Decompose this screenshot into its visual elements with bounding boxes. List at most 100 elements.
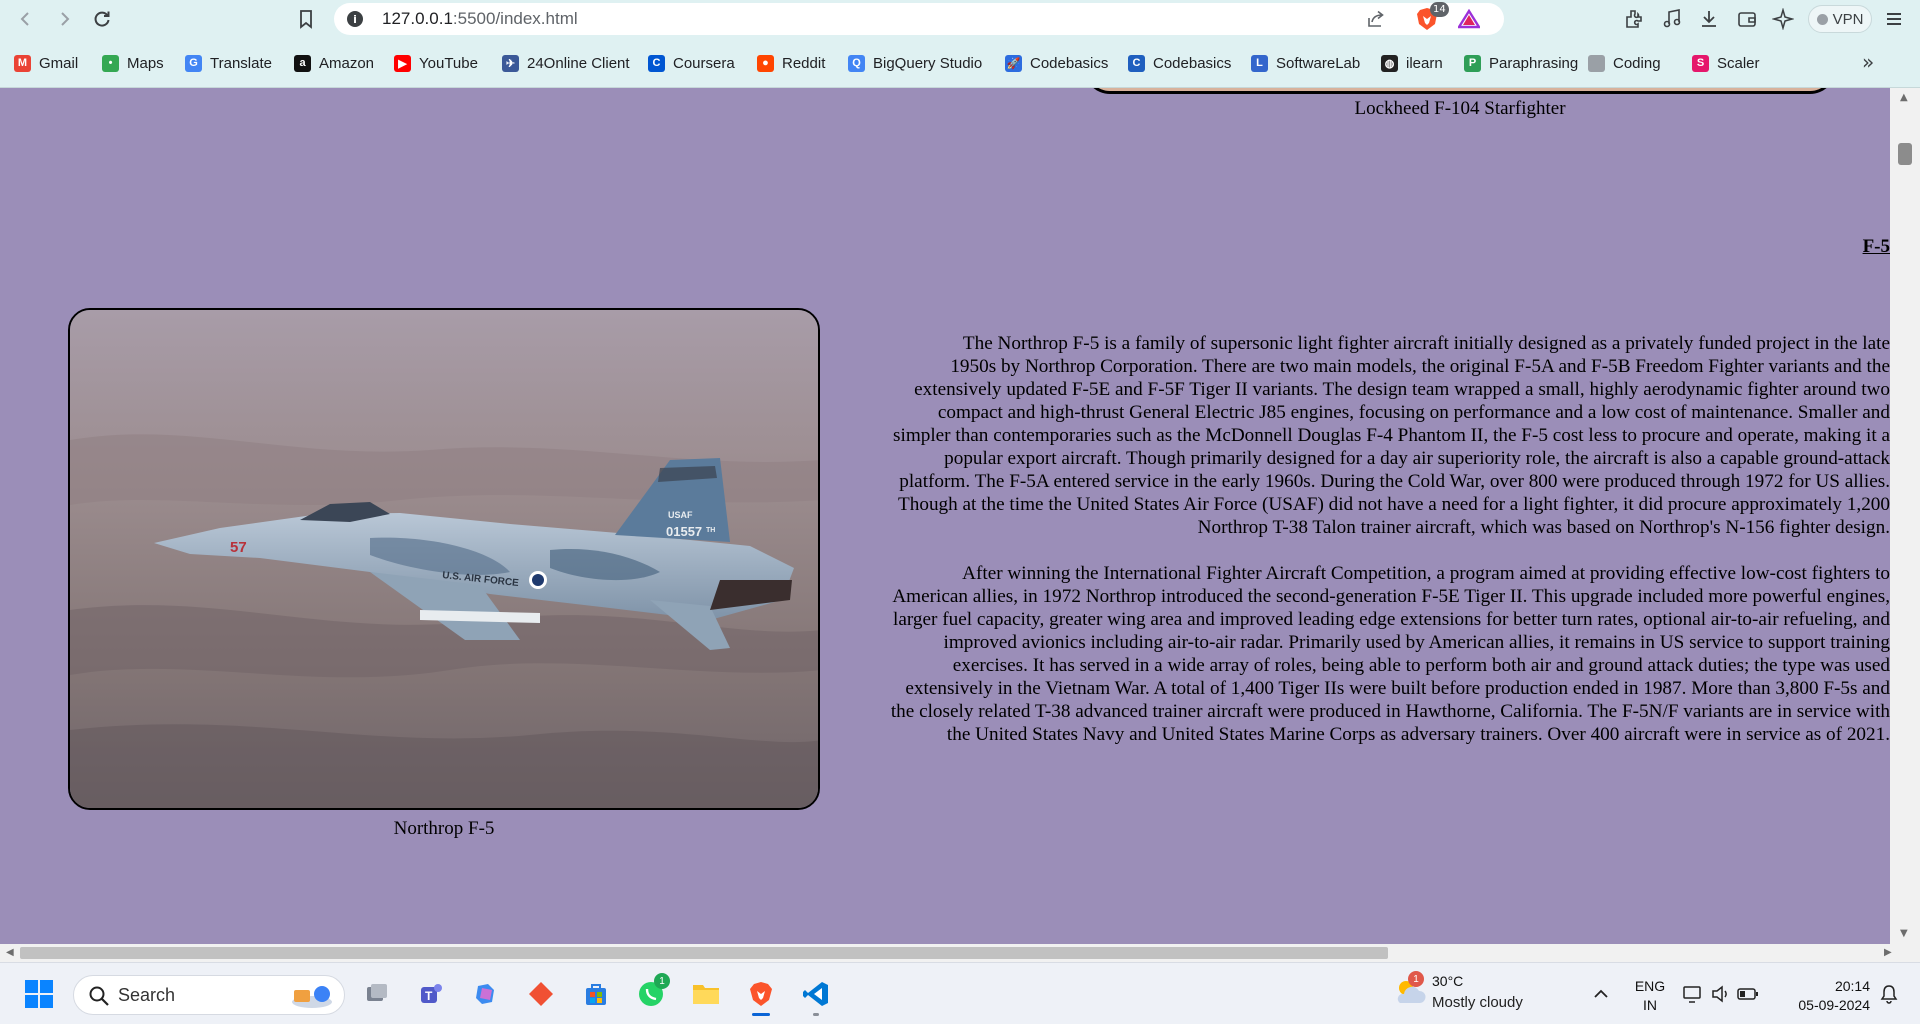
vscode-icon[interactable] xyxy=(799,977,833,1016)
git-icon[interactable] xyxy=(524,977,558,1011)
bookmark-coursera[interactable]: C Coursera xyxy=(648,52,735,74)
section-heading: F-5 xyxy=(1862,236,1890,257)
codebasics-rocket-icon: 🚀 xyxy=(1005,54,1022,72)
menu-icon[interactable] xyxy=(1882,7,1906,31)
reload-icon[interactable] xyxy=(88,6,116,32)
ilearn-icon: ◍ xyxy=(1381,54,1398,72)
url-text[interactable]: 127.0.0.1:5500/index.html xyxy=(382,9,578,29)
svg-text:T: T xyxy=(425,989,433,1003)
search-highlight-icon xyxy=(292,986,332,1008)
tail-usaf-text: USAF xyxy=(668,510,693,520)
youtube-icon: ▶ xyxy=(394,54,411,72)
back-icon[interactable] xyxy=(12,6,40,32)
show-hidden-icons-chevron-icon[interactable] xyxy=(1584,977,1618,1011)
downloads-icon[interactable] xyxy=(1697,7,1721,31)
language-indicator[interactable]: ENG IN xyxy=(1630,977,1670,1015)
bookmark-translate[interactable]: G Translate xyxy=(185,52,272,74)
vertical-scroll-thumb[interactable] xyxy=(1898,143,1912,165)
task-view-icon[interactable] xyxy=(360,977,394,1011)
bookmark-coding-folder[interactable]: Coding xyxy=(1588,52,1661,74)
weather-badge: 1 xyxy=(1408,971,1424,987)
bookmark-maps[interactable]: • Maps xyxy=(102,52,164,74)
image-caption: Northrop F-5 xyxy=(393,818,495,839)
copilot-icon[interactable] xyxy=(469,977,503,1011)
codebasics-icon: C xyxy=(1128,54,1145,72)
coding-folder-icon xyxy=(1588,54,1605,72)
active-app-indicator xyxy=(752,1013,770,1016)
forward-icon[interactable] xyxy=(50,6,78,32)
bookmark-gmail[interactable]: M Gmail xyxy=(14,52,78,74)
bookmark-bigquery-studio[interactable]: Q BigQuery Studio xyxy=(848,52,982,74)
bookmark-codebasics-1[interactable]: 🚀 Codebasics xyxy=(1005,52,1108,74)
nose-number: 57 xyxy=(230,539,247,556)
bookmark-scaler[interactable]: S Scaler xyxy=(1692,52,1760,74)
whatsapp-badge: 1 xyxy=(654,973,670,989)
scroll-down-arrow-icon[interactable]: ▼ xyxy=(1900,928,1908,939)
whatsapp-icon[interactable]: 1 xyxy=(634,973,670,1011)
horizontal-scrollbar[interactable]: ◀ ▶ xyxy=(0,944,1920,962)
bookmark-reddit[interactable]: ● Reddit xyxy=(757,52,825,74)
network-icon[interactable] xyxy=(1680,977,1706,1011)
aircraft-image: 57 U.S. AIR FORCE USAF 01557 TH xyxy=(68,308,820,810)
page-content: Lockheed F-104 Starfighter F-5 57 U.S. A… xyxy=(10,88,1890,944)
bookmark-youtube[interactable]: ▶ YouTube xyxy=(394,52,478,74)
bookmark-amazon[interactable]: a Amazon xyxy=(294,52,374,74)
windows-start-icon[interactable] xyxy=(22,977,56,1011)
vpn-status-icon xyxy=(1816,13,1828,25)
bookmark-page-icon[interactable] xyxy=(292,6,320,32)
softwarelab-icon: L xyxy=(1251,54,1268,72)
extensions-icon[interactable] xyxy=(1622,7,1646,31)
previous-image-caption: Lockheed F-104 Starfighter xyxy=(1354,98,1566,119)
paraphrasing-icon: P xyxy=(1464,54,1481,72)
browser-toolbar: i 127.0.0.1:5500/index.html 14 VPN xyxy=(0,0,1920,38)
brave-browser-icon[interactable] xyxy=(744,977,778,1016)
paragraph-1: The Northrop F-5 is a family of superson… xyxy=(893,333,1890,538)
weather-description[interactable]: Mostly cloudy xyxy=(1432,994,1523,1011)
clock[interactable]: 20:14 05-09-2024 xyxy=(1778,977,1870,1015)
notifications-bell-icon[interactable] xyxy=(1876,977,1902,1011)
scroll-left-arrow-icon[interactable]: ◀ xyxy=(6,947,14,958)
volume-icon[interactable] xyxy=(1708,977,1734,1011)
address-bar[interactable]: i 127.0.0.1:5500/index.html 14 xyxy=(334,2,1504,35)
bookmark-codebasics-2[interactable]: C Codebasics xyxy=(1128,52,1231,74)
scroll-up-arrow-icon[interactable]: ▲ xyxy=(1900,92,1908,103)
horizontal-scroll-thumb[interactable] xyxy=(20,947,1388,959)
microsoft-store-icon[interactable] xyxy=(579,977,613,1011)
taskbar-search-box[interactable]: Search xyxy=(73,975,345,1015)
brave-rewards-icon[interactable] xyxy=(1458,9,1480,29)
battery-icon[interactable] xyxy=(1735,977,1761,1011)
vertical-scrollbar[interactable]: ▲ ▼ xyxy=(1890,88,1920,944)
bookmark-paraphrasing[interactable]: P Paraphrasing xyxy=(1464,52,1578,74)
leo-ai-icon[interactable] xyxy=(1771,7,1795,31)
scroll-right-arrow-icon[interactable]: ▶ xyxy=(1884,947,1892,958)
vpn-button[interactable]: VPN xyxy=(1808,5,1872,33)
weather-temperature[interactable]: 30°C xyxy=(1432,973,1463,989)
bookmark-ilearn[interactable]: ◍ ilearn xyxy=(1381,52,1443,74)
maps-icon: • xyxy=(102,54,119,72)
translate-icon: G xyxy=(185,54,202,72)
scaler-icon: S xyxy=(1692,54,1709,72)
bigquery-icon: Q xyxy=(848,54,865,72)
gmail-icon: M xyxy=(14,54,31,72)
open-app-indicator xyxy=(813,1013,819,1016)
site-info-icon[interactable]: i xyxy=(347,11,363,27)
shields-count-badge: 14 xyxy=(1430,2,1449,17)
windows-taskbar: Search T 1 1 30°C Mostly cloudy ENG IN 2… xyxy=(0,962,1920,1024)
file-explorer-icon[interactable] xyxy=(689,977,723,1011)
reddit-icon: ● xyxy=(757,54,774,72)
teams-icon[interactable]: T xyxy=(414,977,448,1011)
search-icon xyxy=(89,986,109,1006)
previous-aircraft-image xyxy=(1084,88,1836,94)
24online-icon: ✈ xyxy=(502,54,519,72)
share-icon[interactable] xyxy=(1366,9,1386,29)
tail-suffix-text: TH xyxy=(706,527,715,534)
bookmark-softwarelab[interactable]: L SoftwareLab xyxy=(1251,52,1360,74)
bookmark-24online-client[interactable]: ✈ 24Online Client xyxy=(502,52,630,74)
bookmarks-bar: M Gmail • Maps G Translate a Amazon ▶ YouTube… xyxy=(0,38,1920,88)
weather-icon[interactable]: 1 xyxy=(1390,971,1430,1009)
more-bookmarks-icon[interactable]: » xyxy=(1862,50,1874,74)
amazon-icon: a xyxy=(294,54,311,72)
wallet-icon[interactable] xyxy=(1735,7,1759,31)
coursera-icon: C xyxy=(648,54,665,72)
media-icon[interactable] xyxy=(1660,7,1684,31)
